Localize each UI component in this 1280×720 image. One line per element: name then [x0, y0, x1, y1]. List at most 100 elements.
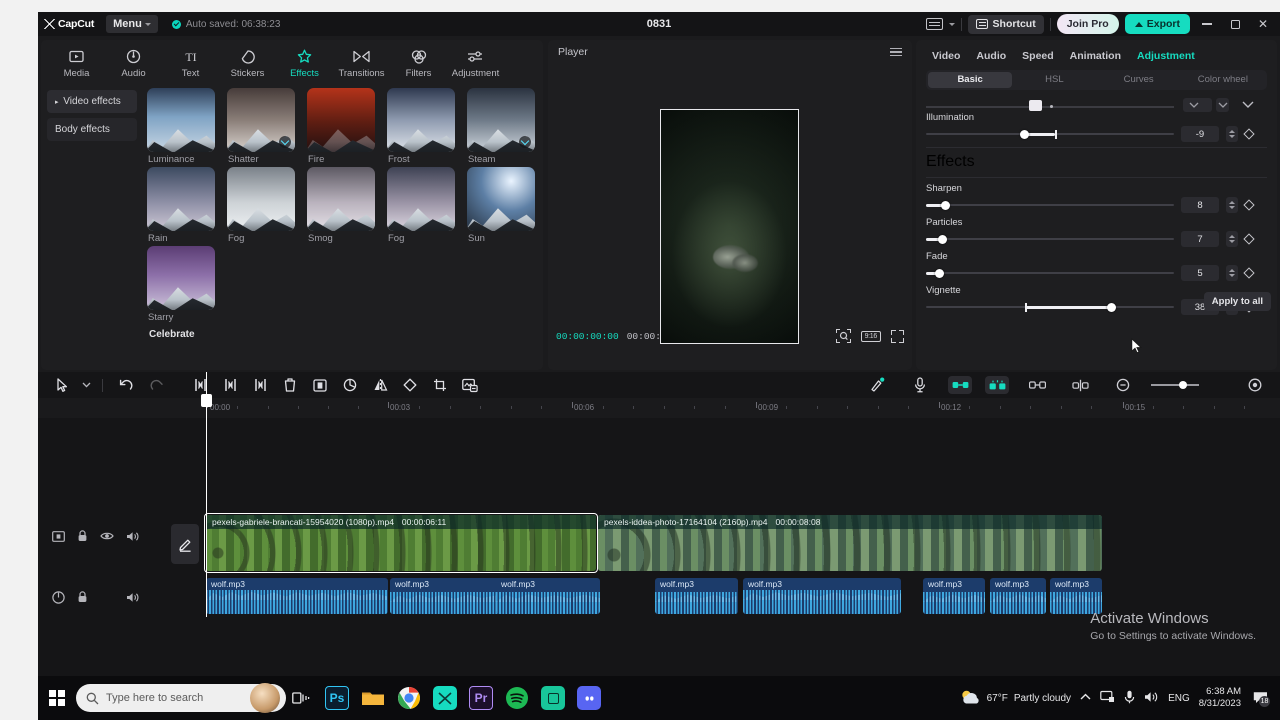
effect-item[interactable]: Steam: [467, 88, 543, 165]
show-hidden-icons-chevron[interactable]: [1080, 693, 1091, 704]
effect-item[interactable]: Frost: [387, 88, 466, 165]
aspect-ratio-button[interactable]: 9:16: [860, 330, 881, 342]
spotify-icon[interactable]: [500, 681, 534, 715]
apply-to-all-button[interactable]: Apply to all: [1203, 292, 1271, 311]
zoom-fit-icon[interactable]: [1240, 374, 1270, 396]
lock-icon[interactable]: [77, 591, 88, 603]
tab-media[interactable]: Media: [49, 44, 104, 82]
split-icon[interactable]: [185, 374, 215, 396]
fade-value[interactable]: 5: [1181, 265, 1219, 281]
keyframe-icon[interactable]: [1243, 267, 1255, 279]
sub-tab-hsl[interactable]: HSL: [1012, 72, 1096, 88]
keyboard-icon[interactable]: [925, 18, 943, 30]
eye-icon[interactable]: [100, 531, 114, 541]
effect-item[interactable]: Fog: [227, 167, 306, 244]
effect-item[interactable]: Sun: [467, 167, 543, 244]
chrome-icon[interactable]: [392, 681, 426, 715]
network-icon[interactable]: [1100, 690, 1115, 706]
record-icon[interactable]: [905, 374, 935, 396]
zoom-out-icon[interactable]: [1108, 374, 1138, 396]
auto-snap-icon[interactable]: [985, 376, 1009, 394]
tab-effects[interactable]: Effects: [277, 44, 332, 82]
fullscreen-icon[interactable]: [891, 329, 904, 343]
volume-icon[interactable]: [126, 531, 140, 542]
sharpen-value[interactable]: 8: [1181, 197, 1219, 213]
tab-audio[interactable]: Audio: [106, 44, 161, 82]
tab-audio[interactable]: Audio: [976, 50, 1006, 62]
audio-clip[interactable]: wolf.mp3: [655, 578, 738, 614]
fade-stepper[interactable]: [1226, 265, 1238, 281]
trim-right-icon[interactable]: [245, 374, 275, 396]
effect-item[interactable]: Fog: [387, 167, 466, 244]
keyframe-icon[interactable]: [1243, 199, 1255, 211]
category-video-effects[interactable]: ▸ Video effects: [47, 90, 137, 113]
shortcut-button[interactable]: Shortcut: [967, 14, 1044, 34]
particles-stepper[interactable]: [1226, 231, 1238, 247]
keyframe-icon[interactable]: [1243, 233, 1255, 245]
audio-clip[interactable]: wolf.mp3: [1050, 578, 1102, 614]
tab-transitions[interactable]: Transitions: [334, 44, 389, 82]
tab-stickers[interactable]: Stickers: [220, 44, 275, 82]
volume-icon[interactable]: [126, 592, 140, 603]
minimize-button[interactable]: [1196, 14, 1218, 34]
clock[interactable]: 6:38 AM 8/31/2023: [1199, 686, 1241, 710]
edit-clip-button[interactable]: [171, 524, 199, 564]
maximize-button[interactable]: [1224, 14, 1246, 34]
discord-icon[interactable]: [572, 681, 606, 715]
export-button[interactable]: Export: [1124, 14, 1190, 34]
playhead[interactable]: [201, 372, 212, 617]
freeze-icon[interactable]: [305, 374, 335, 396]
sub-tab-basic[interactable]: Basic: [928, 72, 1013, 88]
chevron-down-icon[interactable]: [948, 22, 955, 26]
tab-animation[interactable]: Animation: [1070, 50, 1121, 62]
tab-adjustment[interactable]: Adjustment: [1137, 50, 1195, 62]
capcut-icon[interactable]: [428, 681, 462, 715]
vignette-slider[interactable]: [926, 301, 1174, 313]
chevron-down-icon[interactable]: [78, 374, 94, 396]
audio-clip[interactable]: wolf.mp3: [206, 578, 388, 614]
premiere-icon[interactable]: Pr: [464, 681, 498, 715]
file-explorer-icon[interactable]: [356, 681, 390, 715]
tab-text[interactable]: TI Text: [163, 44, 218, 82]
link-clip-icon[interactable]: [948, 376, 972, 394]
audio-clip[interactable]: wolf.mp3: [990, 578, 1046, 614]
audio-clip[interactable]: wolf.mp3: [496, 578, 600, 614]
effect-item[interactable]: Starry: [147, 246, 226, 323]
volume-icon[interactable]: [1144, 691, 1159, 706]
resize-handle-bottom-left[interactable]: [661, 340, 664, 343]
sharpen-stepper[interactable]: [1226, 197, 1238, 213]
mirror-icon[interactable]: [365, 374, 395, 396]
resize-handle-top-left[interactable]: [661, 110, 664, 113]
audio-clip[interactable]: wolf.mp3: [743, 578, 901, 614]
magic-wand-icon[interactable]: [862, 374, 892, 396]
illumination-slider[interactable]: [926, 128, 1174, 140]
category-body-effects[interactable]: Body effects: [47, 118, 137, 141]
effect-item[interactable]: Smog: [307, 167, 386, 244]
illumination-stepper[interactable]: [1226, 126, 1238, 142]
zoom-slider[interactable]: [1151, 380, 1199, 390]
illumination-value[interactable]: -9: [1181, 126, 1219, 142]
video-clip[interactable]: pexels-gabriele-brancati-15954020 (1080p…: [206, 515, 596, 571]
player-menu-icon[interactable]: [890, 47, 902, 57]
weather-widget[interactable]: 67°F Partly cloudy: [959, 689, 1071, 707]
lock-icon[interactable]: [77, 530, 88, 542]
audio-clip[interactable]: wolf.mp3: [923, 578, 985, 614]
notification-center-icon[interactable]: 18: [1250, 688, 1272, 708]
redo-icon[interactable]: [141, 374, 171, 396]
join-pro-button[interactable]: Join Pro: [1056, 14, 1119, 34]
timeline-ruler[interactable]: 00:00 00:03 00:06 00:09 00:12 00:15: [38, 398, 1280, 418]
effect-item[interactable]: Rain: [147, 167, 226, 244]
video-clip[interactable]: pexels-iddea-photo-17164104 (2160p).mp4 …: [598, 515, 1102, 571]
video-canvas[interactable]: [660, 109, 799, 344]
split-ratio-icon[interactable]: [1065, 374, 1095, 396]
auto-caption-icon[interactable]: [455, 374, 485, 396]
undo-icon[interactable]: [111, 374, 141, 396]
sub-tab-color-wheel[interactable]: Color wheel: [1181, 72, 1265, 88]
tab-speed[interactable]: Speed: [1022, 50, 1054, 62]
effect-item[interactable]: Shatter: [227, 88, 306, 165]
particles-value[interactable]: 7: [1181, 231, 1219, 247]
slider-knob[interactable]: [1029, 100, 1042, 111]
tab-video[interactable]: Video: [932, 50, 960, 62]
effect-item[interactable]: Fire: [307, 88, 386, 165]
effect-item[interactable]: Luminance: [147, 88, 226, 165]
